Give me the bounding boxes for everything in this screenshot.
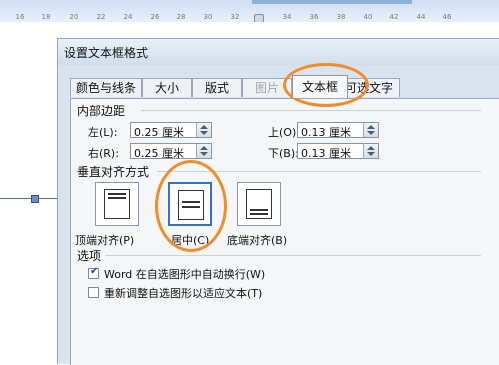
spin-arrows-icon[interactable]: [363, 123, 378, 137]
ruler-tick-label: 22: [96, 13, 106, 21]
left-margin-label: 左(L):: [88, 126, 118, 139]
word-wrap-checkbox[interactable]: ✔: [88, 266, 99, 279]
ruler-band: 16 18 20 22 24 26 28 30 32 34 36 38 40 4…: [0, 0, 499, 26]
ruler-bottom: [0, 22, 499, 38]
vertical-alignment-heading: 垂直对齐方式: [77, 163, 154, 180]
line-icon: [250, 213, 268, 215]
resize-shape-label[interactable]: 重新调整自选图形以适应文本(T): [104, 285, 262, 301]
textbox-tab-panel: 内部边距 左(L): 0.25 厘米 上(O): 0.13 厘米 右(R): 0…: [70, 98, 499, 365]
top-margin-value[interactable]: 0.13 厘米: [301, 124, 351, 140]
word-wrap-label[interactable]: Word 在自选图形中自动换行(W): [104, 266, 265, 282]
tab-colors-lines[interactable]: 颜色与线条: [70, 78, 142, 97]
right-margin-value[interactable]: 0.25 厘米: [134, 145, 184, 161]
horizontal-ruler: 16 18 20 22 24 26 28 30 32 34 36 38 40 4…: [0, 0, 499, 38]
ruler-tick-label: 38: [336, 13, 346, 21]
ruler-tick-label: 44: [416, 13, 426, 21]
align-top-option[interactable]: [95, 182, 139, 226]
options-heading: 选项: [77, 247, 106, 264]
tab-size[interactable]: 大小: [142, 78, 192, 97]
dialog-title: 设置文本框格式: [64, 46, 149, 60]
bottom-margin-label: 下(B):: [268, 147, 299, 160]
ruler-highlight: [252, 0, 412, 4]
ruler-tick-label: 26: [150, 13, 160, 21]
annotation-circle-center: [155, 160, 227, 252]
align-top-icon: [104, 189, 130, 219]
checkmark-icon: ✔: [90, 266, 99, 277]
textbox-border-line: [0, 198, 58, 199]
line-icon: [108, 193, 126, 195]
format-textbox-dialog: 设置文本框格式 颜色与线条 大小 版式 图片 可选文字 文本框 内部边距 左(L…: [57, 38, 499, 365]
ruler-tick-label: 42: [389, 13, 399, 21]
ruler-tick-label: 24: [123, 13, 133, 21]
right-margin-label: 右(R):: [88, 147, 119, 160]
top-margin-spinner[interactable]: 0.13 厘米: [297, 122, 379, 140]
align-top-label[interactable]: 顶端对齐(P): [75, 232, 134, 248]
ruler-tick-label: 32: [230, 13, 240, 21]
ruler-tick-label: 40: [363, 13, 373, 21]
spin-arrows-icon[interactable]: [196, 144, 211, 158]
line-icon: [108, 197, 126, 199]
ruler-tick-label: 18: [41, 13, 51, 21]
ruler-tick-label: 36: [309, 13, 319, 21]
internal-margin-heading: 内部边距: [77, 102, 130, 119]
dialog-titlebar[interactable]: 设置文本框格式: [58, 39, 499, 65]
document-left-area: [0, 38, 58, 363]
align-bottom-icon: [246, 189, 272, 219]
left-margin-value[interactable]: 0.25 厘米: [134, 124, 184, 140]
ruler-tick-label: 34: [282, 13, 292, 21]
align-bottom-option[interactable]: [237, 182, 281, 226]
ruler-tick-label: 28: [176, 13, 186, 21]
tab-layout[interactable]: 版式: [192, 78, 242, 97]
line-icon: [250, 209, 268, 211]
ruler-tick-label: 30: [203, 13, 213, 21]
section-divider: [141, 110, 481, 111]
align-bottom-label[interactable]: 底端对齐(B): [227, 232, 287, 248]
ruler-tick-label: 20: [69, 13, 79, 21]
right-margin-spinner[interactable]: 0.25 厘米: [130, 143, 212, 161]
bottom-margin-spinner[interactable]: 0.13 厘米: [297, 143, 379, 161]
resize-shape-checkbox[interactable]: [88, 287, 99, 298]
ruler-tick-label: 16: [15, 13, 25, 21]
left-margin-spinner[interactable]: 0.25 厘米: [130, 122, 212, 140]
tab-textbox[interactable]: 文本框: [292, 75, 348, 98]
bottom-margin-value[interactable]: 0.13 厘米: [301, 145, 351, 161]
spin-arrows-icon[interactable]: [196, 123, 211, 137]
top-margin-label: 上(O):: [268, 126, 300, 139]
section-divider: [103, 255, 481, 256]
ruler-tick-label: 46: [442, 13, 452, 21]
textbox-handle[interactable]: [31, 195, 39, 203]
spin-arrows-icon[interactable]: [363, 144, 378, 158]
